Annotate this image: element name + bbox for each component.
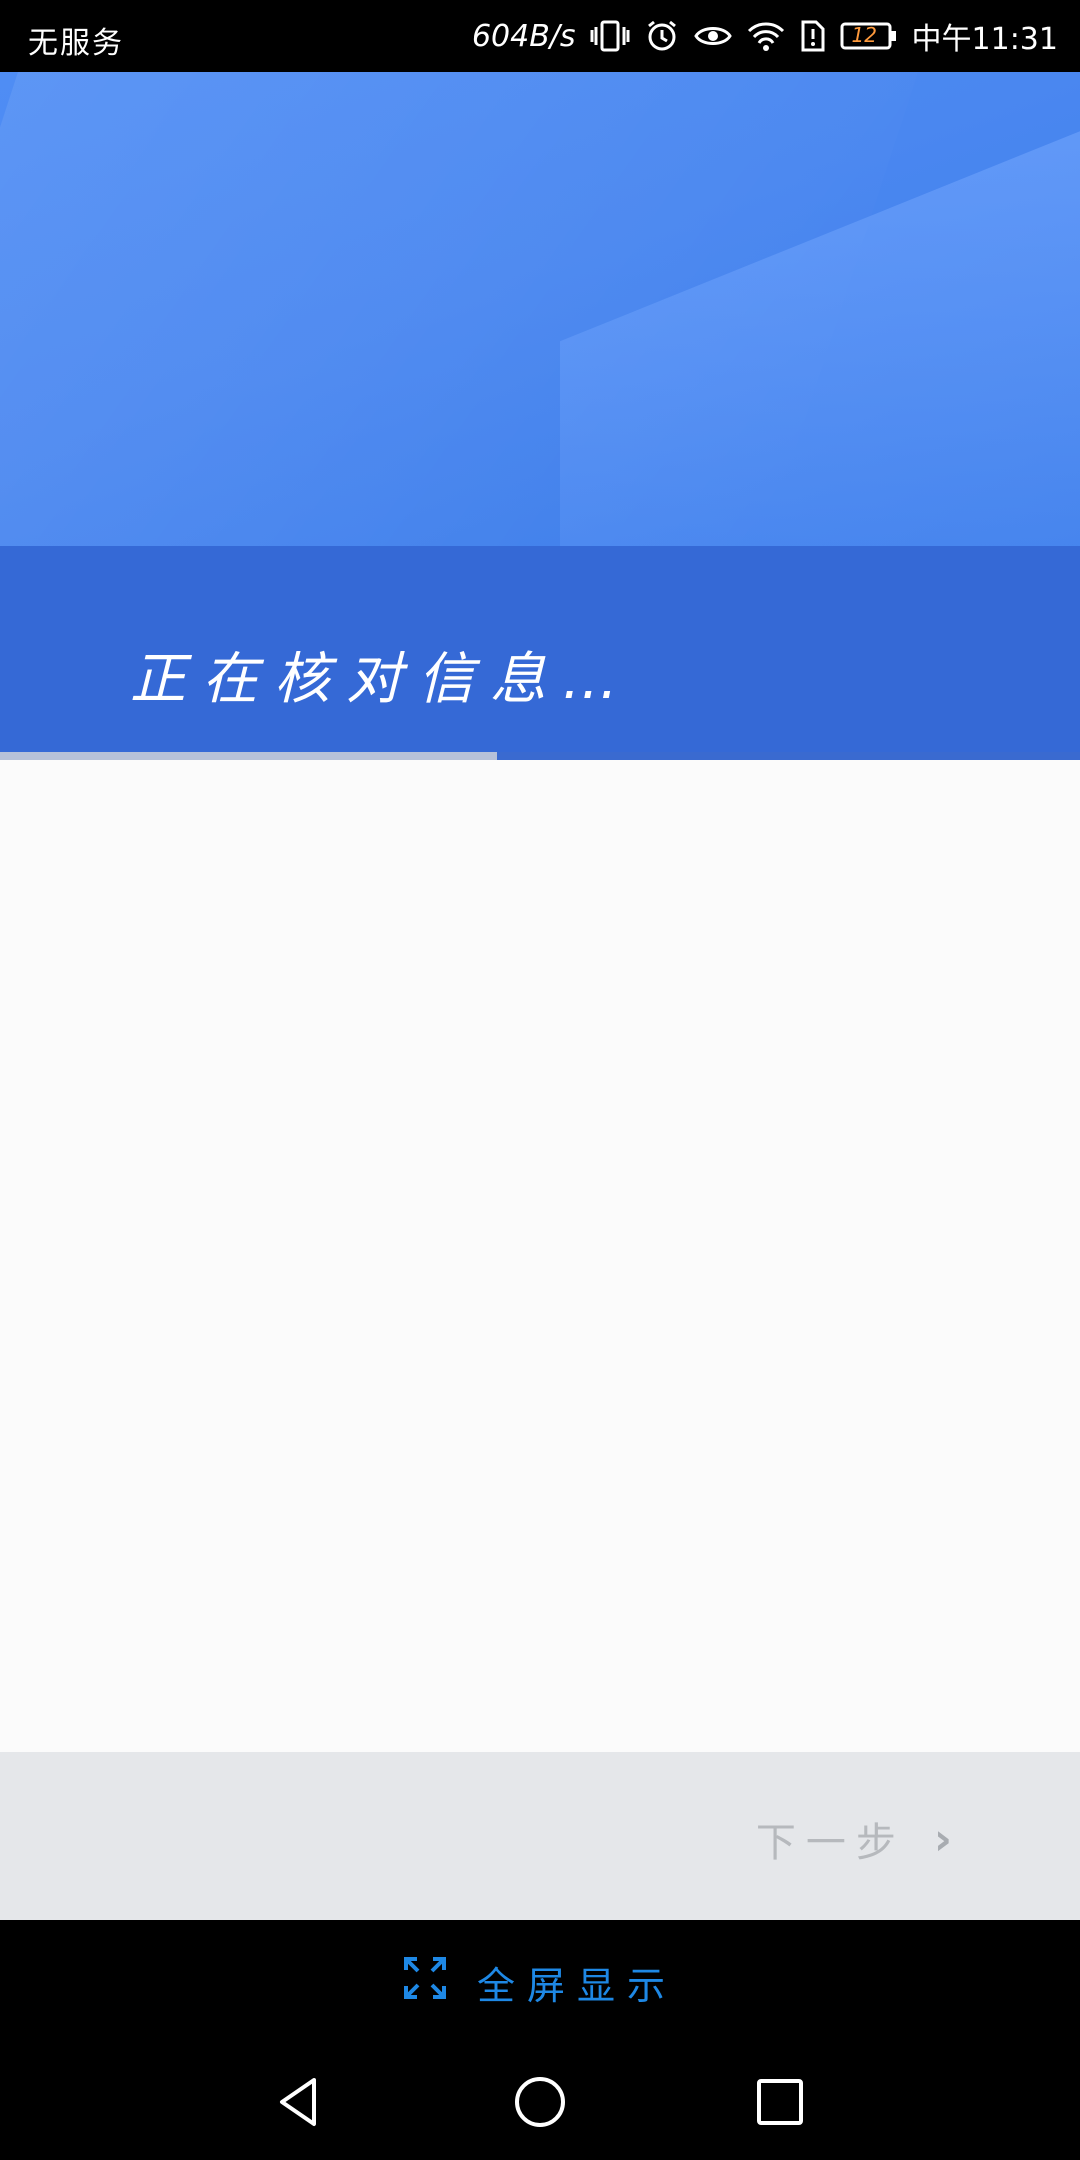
chevron-right-icon: › <box>933 1813 962 1865</box>
battery-icon: 12 <box>840 21 898 51</box>
battery-level: 12 <box>851 23 877 47</box>
fullscreen-label: 全屏显示 <box>476 1963 677 2008</box>
status-banner: 正在核对信息… <box>0 546 1080 752</box>
eye-comfort-icon <box>693 21 732 51</box>
status-icons: 604B/s 12 中午11:31 <box>472 14 1058 58</box>
verifying-message: 正在核对信息… <box>130 647 634 712</box>
expand-icon <box>403 1956 447 2009</box>
alarm-icon <box>644 18 680 54</box>
vibrate-icon <box>590 19 630 53</box>
sim-alert-icon <box>800 19 826 53</box>
home-icon[interactable] <box>510 2072 570 2132</box>
content-area <box>0 760 1080 1752</box>
fullscreen-button[interactable]: 全屏显示 <box>0 1920 1080 2044</box>
back-icon[interactable] <box>270 2072 330 2132</box>
carrier-label: 无服务 <box>28 26 124 61</box>
clock: 中午11:31 <box>911 22 1058 57</box>
hero-background <box>0 72 1080 546</box>
progress-fill <box>0 752 497 760</box>
wifi-icon <box>746 20 786 52</box>
network-speed: 604B/s <box>471 18 576 54</box>
bottom-action-bar: 下一步 › <box>0 1752 1080 1920</box>
next-step-button[interactable]: 下一步 › <box>756 1810 962 1868</box>
recent-apps-icon[interactable] <box>750 2072 810 2132</box>
next-step-label: 下一步 <box>755 1820 906 1866</box>
status-bar: 无服务 604B/s 12 中午11:31 <box>0 0 1080 72</box>
system-navigation-bar <box>0 2044 1080 2160</box>
progress-bar <box>0 752 1080 760</box>
